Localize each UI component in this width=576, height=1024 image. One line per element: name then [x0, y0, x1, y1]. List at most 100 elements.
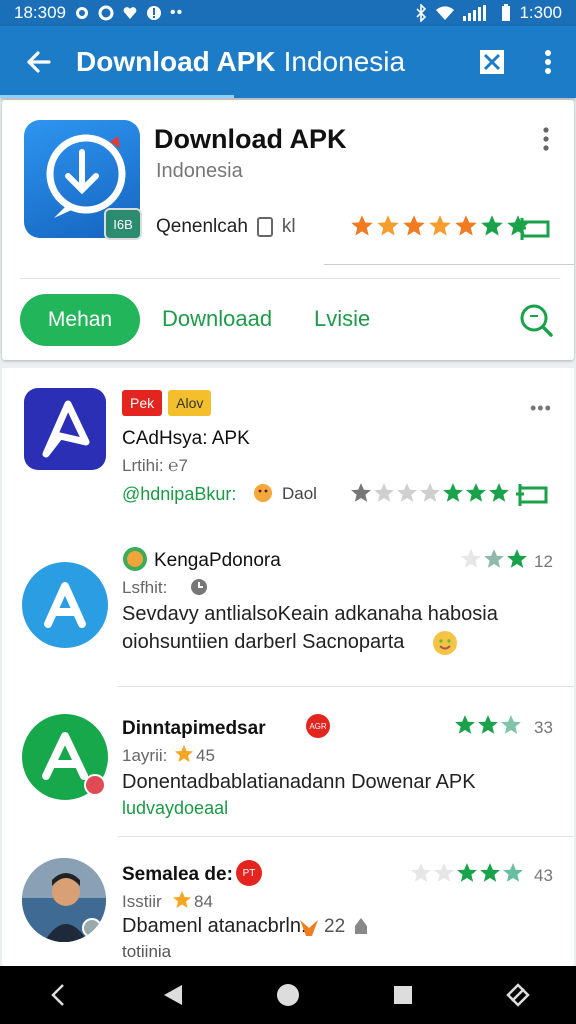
- triangle-logo-icon: [44, 582, 86, 628]
- rating-stars: [454, 714, 522, 736]
- rating-count: 43: [534, 866, 553, 885]
- star-icon: [481, 215, 503, 236]
- nav-back-triangle-button[interactable]: [143, 966, 203, 1024]
- star-icon: [374, 483, 394, 502]
- badge-icon: PT: [236, 860, 262, 886]
- star-icon: [455, 715, 475, 734]
- overflow-menu-button[interactable]: [520, 26, 576, 98]
- rating-stars: [350, 482, 510, 504]
- app-title: Download APK: [154, 124, 347, 154]
- status-dot-icon: [82, 918, 102, 938]
- bookmark-button[interactable]: [518, 214, 552, 242]
- star-icon: [174, 744, 194, 764]
- nav-recents-button[interactable]: [373, 966, 433, 1024]
- app-title: KengaPdonora: [154, 550, 281, 571]
- status-bar: 18:309 •• 1:300: [0, 0, 576, 26]
- rating-stars: [460, 548, 528, 570]
- app-title: CAdHsya: APK: [122, 428, 250, 449]
- star-icon: [489, 483, 509, 502]
- star-icon: [397, 483, 417, 502]
- app-icon: [22, 562, 108, 648]
- arrow-left-icon: [27, 51, 51, 73]
- bell-icon: [352, 916, 370, 938]
- list-item[interactable]: KengaPdonora 12 Lsfhit: Sevdavy antlials…: [2, 532, 574, 688]
- tag-group: Pek Alov: [122, 390, 217, 416]
- rating-count: 12: [534, 552, 553, 571]
- rating-value: 45: [196, 746, 215, 765]
- badge-icon: AGR: [306, 714, 330, 738]
- bookmark-button[interactable]: [516, 480, 550, 508]
- nav-rotate-button[interactable]: [488, 966, 548, 1024]
- rating-stars: [350, 214, 530, 238]
- flag-icon: [516, 484, 548, 506]
- nav-home-button[interactable]: [258, 966, 318, 1024]
- star-icon: [461, 549, 481, 568]
- app-title: Dinntapimedsar: [122, 718, 266, 739]
- avatar: [22, 858, 106, 942]
- smile-emoji-icon: [432, 630, 458, 656]
- divider: [118, 836, 574, 837]
- developer-link[interactable]: ludvaydoeaal: [122, 798, 228, 819]
- heart-badge-icon: [84, 774, 106, 796]
- size-label: kl: [281, 216, 296, 237]
- star-icon: [503, 863, 523, 882]
- app-meta: Qenenlcah kl: [156, 216, 296, 238]
- rating-stars: [410, 862, 524, 884]
- row-more-button[interactable]: •••: [530, 398, 552, 419]
- tab-download[interactable]: Downloaad: [162, 306, 272, 332]
- battery-time: 1:300: [519, 3, 562, 22]
- more-notifications-icon: ••: [170, 4, 184, 21]
- star-icon: [484, 549, 504, 568]
- list-item[interactable]: Dinntapimedsar AGR 33 1ayrii: 45 Donenta…: [2, 688, 574, 838]
- star-icon: [507, 549, 527, 568]
- wifi-icon: [435, 5, 455, 21]
- search-button[interactable]: [518, 302, 554, 338]
- app-bar: Download APK Indonesia: [0, 26, 576, 98]
- app-meta-2: totiinia: [122, 942, 172, 961]
- back-triangle-icon: [163, 985, 182, 1005]
- star-icon: [457, 863, 477, 882]
- star-icon: [351, 483, 371, 502]
- developer-link[interactable]: @hdnipaBkur:: [122, 484, 236, 505]
- app-list: Pek Alov ••• CAdHsya: APK Lrtihi: ℮7 @hdn…: [2, 368, 574, 968]
- bluetooth-icon: [415, 4, 427, 22]
- divider: [20, 278, 560, 279]
- nav-back-button[interactable]: [28, 966, 88, 1024]
- app-description: Donentadbablatianadann Dowenar APK: [122, 771, 476, 793]
- app-meta: 1ayrii:: [122, 746, 168, 765]
- star-icon: [377, 215, 399, 236]
- arrow-logo-icon: [42, 400, 90, 458]
- app-icon: [24, 388, 106, 470]
- tag: Pek: [122, 390, 163, 416]
- star-icon: [466, 483, 486, 502]
- heart-icon: [122, 5, 138, 21]
- chevron-left-icon: [50, 984, 64, 1006]
- app-icon: [22, 714, 108, 800]
- star-icon: [501, 715, 521, 734]
- battery-icon: [501, 4, 511, 22]
- app-subtitle: Indonesia: [156, 160, 243, 182]
- close-button[interactable]: [464, 26, 520, 98]
- app-title: Semalea de:: [122, 864, 233, 885]
- notification-icon: [74, 5, 90, 21]
- close-box-icon: [480, 50, 504, 74]
- tab-third[interactable]: Lvisie: [314, 306, 370, 332]
- app-meta: Isstiir: [122, 892, 162, 911]
- hero-card: I6B Download APK Indonesia Qenenlcah kl …: [2, 100, 574, 360]
- app-icon[interactable]: I6B: [24, 120, 142, 240]
- developer-label: Qenenlcah: [156, 216, 248, 237]
- list-item[interactable]: Pek Alov ••• CAdHsya: APK Lrtihi: ℮7 @hdn…: [2, 368, 574, 528]
- card-more-button[interactable]: [538, 126, 554, 154]
- rating-count: 33: [534, 718, 553, 737]
- star-icon: [434, 863, 454, 882]
- alert-icon: [146, 5, 162, 21]
- home-circle-icon: [276, 984, 299, 1006]
- list-item[interactable]: Semalea de: PT 43 Isstiir 84 Dbamenl ata…: [2, 840, 574, 968]
- app-description: Sevdavy antlialsoKeain adkanaha habosia: [122, 603, 498, 625]
- fox-emoji-icon: [298, 916, 320, 938]
- app-bar-title: Download APK Indonesia: [76, 46, 406, 77]
- search-icon: [520, 304, 553, 337]
- tab-primary[interactable]: Mehan: [20, 294, 140, 346]
- back-button[interactable]: [0, 26, 76, 98]
- app-icon-badge: I6B: [104, 208, 142, 240]
